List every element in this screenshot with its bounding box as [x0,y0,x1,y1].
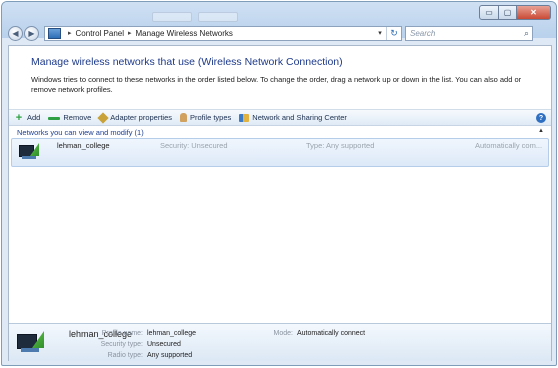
network-security: Security: Unsecured [160,141,228,150]
adapter-properties-label: Adapter properties [110,113,172,122]
network-mode: Automatically com... [475,141,543,150]
remove-button-label: Remove [63,113,92,122]
close-button[interactable]: ✕ [517,5,551,20]
network-sharing-center-label: Network and Sharing Center [252,113,347,122]
security-type-label: Security type: [100,341,143,348]
breadcrumb-control-panel[interactable]: Control Panel [76,29,124,38]
add-icon: + [15,111,23,124]
control-panel-icon [48,27,61,39]
mode-label: Mode: [273,330,293,337]
profile-types-label: Profile types [190,113,232,122]
page-title: Manage wireless networks that use (Wirel… [31,56,343,68]
add-button-label: Add [27,113,41,122]
group-label: Networks you can view and modify (1) [17,128,144,137]
caption-buttons: ▭ ▢ ✕ [479,5,551,20]
network-name: lehman_college [57,141,110,150]
profile-types-icon [180,113,187,122]
content-pane: Manage wireless networks that use (Wirel… [8,45,552,361]
add-button[interactable]: + Add [14,111,41,124]
manage-wireless-networks-window: ▭ ▢ ✕ ◀ ▶ ▸ Control Panel ▸ Manage Wirel… [1,1,557,366]
profile-types-button[interactable]: Profile types [180,113,231,122]
adapter-properties-button[interactable]: Adapter properties [97,111,172,124]
forward-button[interactable]: ▶ [24,25,39,41]
adapter-icon [97,111,109,124]
wireless-network-icon [19,142,41,162]
network-group-header[interactable]: Networks you can view and modify (1) ▲ [9,127,551,138]
back-arrow-icon: ◀ [12,28,19,38]
search-box[interactable]: ⌕ [405,25,533,41]
minimize-button[interactable]: ▭ [479,5,499,20]
profile-name-label: Profile name: [101,330,143,337]
remove-button[interactable]: Remove [48,113,91,122]
address-bar[interactable]: ▸ Control Panel ▸ Manage Wireless Networ… [44,25,402,41]
radio-type-value: Any supported [147,352,193,359]
network-list-item[interactable]: lehman_college Security: Unsecured Type:… [11,138,549,167]
sharing-center-icon [239,113,250,122]
command-toolbar: + Add Remove Adapter properties Profile … [9,109,551,126]
breadcrumb-manage-wireless-networks[interactable]: Manage Wireless Networks [136,29,233,38]
remove-icon [48,116,61,120]
radio-type-label: Radio type: [107,352,143,359]
security-type-value: Unsecured [147,341,181,348]
profile-name-value: lehman_college [147,330,197,337]
collapse-icon[interactable]: ▲ [538,128,544,134]
search-icon[interactable]: ⌕ [524,28,529,39]
background-window-tab [152,12,192,22]
maximize-button[interactable]: ▢ [499,5,517,20]
address-dropdown-icon[interactable]: ▾ [374,29,386,37]
forward-arrow-icon: ▶ [28,28,35,38]
breadcrumb-separator: ▸ [128,30,132,37]
search-input[interactable] [410,28,510,38]
refresh-icon[interactable]: ↻ [386,26,401,40]
details-pane: lehman_college Profile name: lehman_coll… [9,323,551,361]
breadcrumb-separator: ▸ [68,30,72,37]
wireless-network-large-icon [17,330,45,356]
page-description: Windows tries to connect to these networ… [31,75,522,94]
network-type: Type: Any supported [306,141,375,150]
mode-value: Automatically connect [297,330,366,337]
help-icon[interactable]: ? [536,113,546,123]
network-sharing-center-button[interactable]: Network and Sharing Center [239,113,347,122]
background-window-tab [198,12,238,22]
navigation-bar: ◀ ▶ ▸ Control Panel ▸ Manage Wireless Ne… [8,24,552,42]
back-button[interactable]: ◀ [8,25,23,41]
